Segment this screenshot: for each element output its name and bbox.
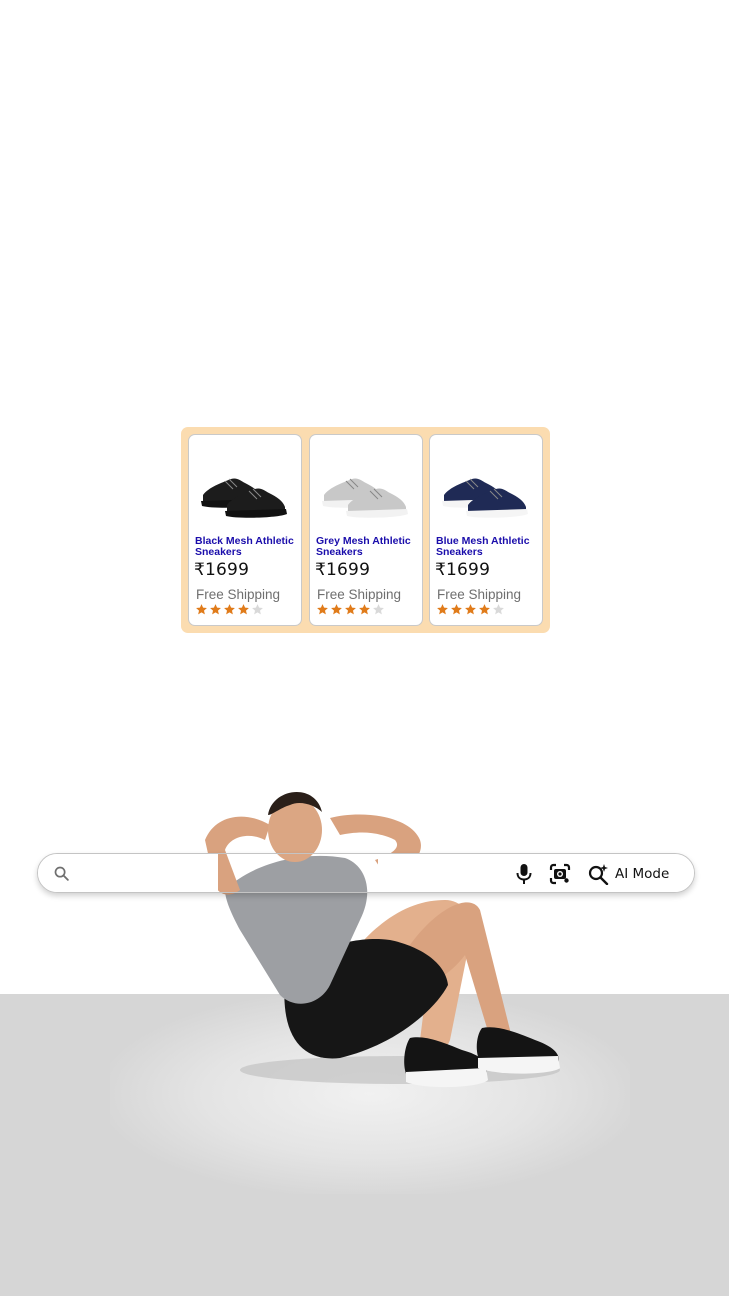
sneaker-image	[201, 478, 287, 518]
shipping-label: Free Shipping	[437, 587, 522, 602]
product-card[interactable]: Black Mesh Athletic Sneakers ₹1699 Free …	[188, 434, 302, 626]
search-icon[interactable]	[53, 865, 70, 882]
shipping-label: Free Shipping	[317, 587, 402, 602]
product-carousel: Black Mesh Athletic Sneakers ₹1699 Free …	[181, 427, 550, 633]
search-bar[interactable]: AI Mode	[37, 853, 695, 893]
rating-stars	[195, 603, 264, 617]
sneaker-image	[442, 478, 528, 518]
shipping-label: Free Shipping	[196, 587, 281, 602]
product-card[interactable]: Grey Mesh Athletic Sneakers ₹1699 Free S…	[309, 434, 423, 626]
star-filled-icon	[317, 604, 328, 615]
star-empty-icon	[493, 604, 504, 615]
lens-icon[interactable]	[549, 863, 571, 885]
ai-mode-icon	[588, 864, 609, 885]
star-filled-icon	[479, 604, 490, 615]
product-price: ₹1699	[315, 560, 371, 580]
ai-mode-label: AI Mode	[615, 866, 670, 882]
star-filled-icon	[224, 604, 235, 615]
rating-stars	[316, 603, 385, 617]
product-title[interactable]: Blue Mesh Athletic Sneakers	[436, 536, 540, 557]
product-price: ₹1699	[194, 560, 250, 580]
product-price: ₹1699	[435, 560, 491, 580]
star-filled-icon	[196, 604, 207, 615]
star-filled-icon	[359, 604, 370, 615]
star-filled-icon	[437, 604, 448, 615]
star-filled-icon	[210, 604, 221, 615]
star-filled-icon	[451, 604, 462, 615]
product-card[interactable]: Blue Mesh Athletic Sneakers ₹1699 Free S…	[429, 434, 543, 626]
star-empty-icon	[373, 604, 384, 615]
sneaker-image	[322, 478, 408, 518]
ai-mode-button[interactable]: AI Mode	[587, 862, 669, 886]
page: Black Mesh Athletic Sneakers ₹1699 Free …	[0, 0, 729, 1296]
rating-stars	[436, 603, 505, 617]
star-filled-icon	[465, 604, 476, 615]
search-input[interactable]	[82, 860, 206, 888]
person-situp-image	[205, 791, 560, 1088]
star-filled-icon	[238, 604, 249, 615]
star-empty-icon	[252, 604, 263, 615]
mic-icon[interactable]	[514, 863, 534, 885]
star-filled-icon	[331, 604, 342, 615]
product-title[interactable]: Grey Mesh Athletic Sneakers	[316, 536, 420, 557]
product-title[interactable]: Black Mesh Athletic Sneakers	[195, 536, 299, 557]
star-filled-icon	[345, 604, 356, 615]
